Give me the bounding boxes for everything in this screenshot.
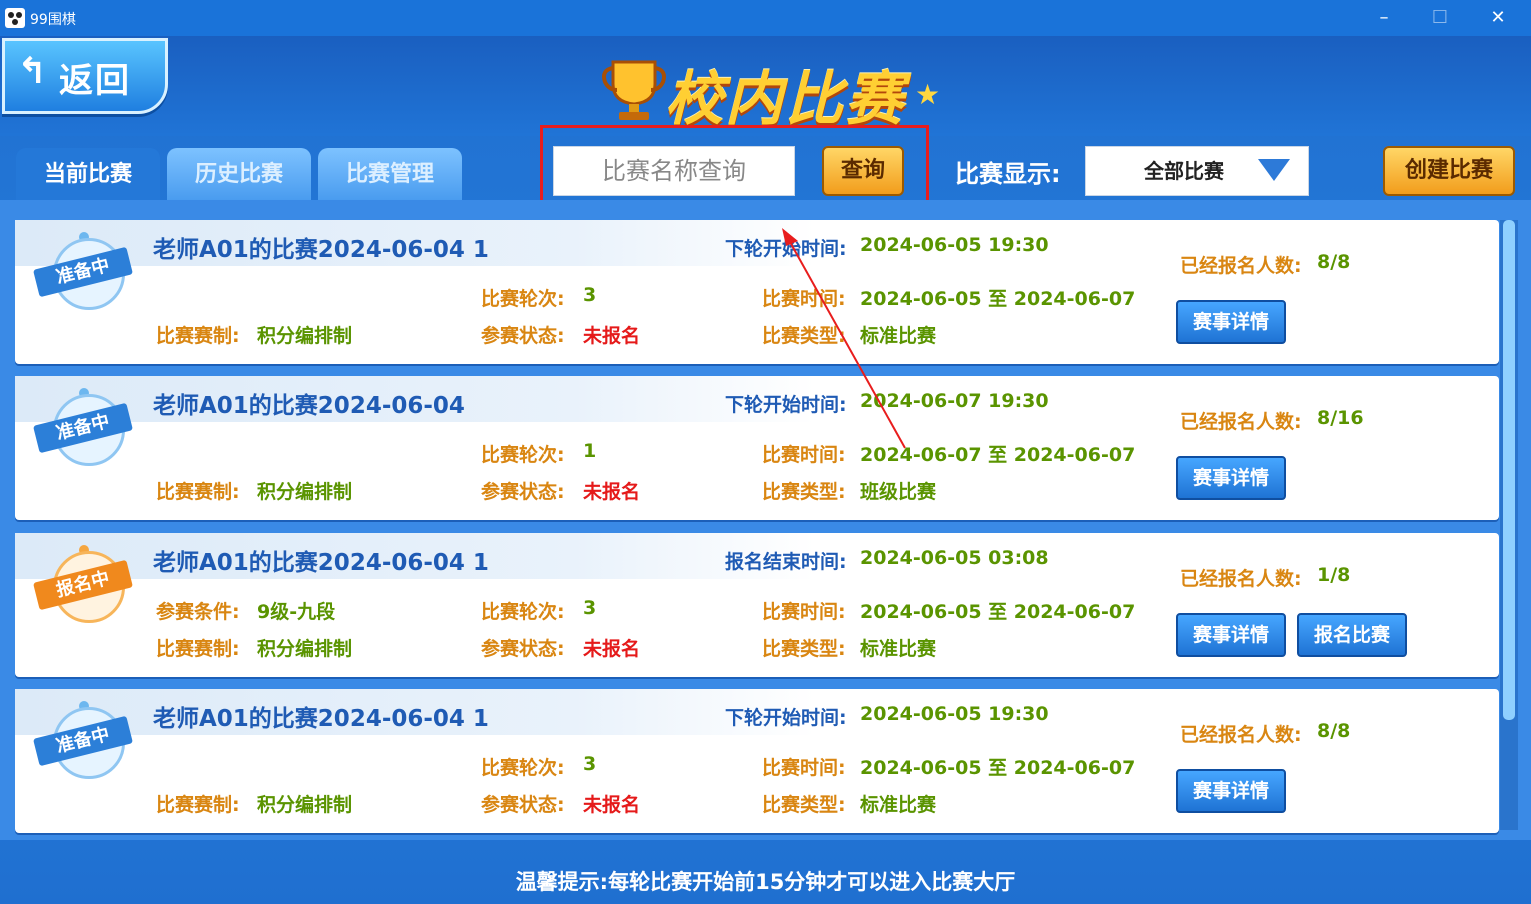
close-button[interactable]: ✕ xyxy=(1476,4,1520,32)
annotation-arrow xyxy=(782,228,906,449)
maximize-button[interactable]: ☐ xyxy=(1418,4,1462,32)
window-title: 99围棋 xyxy=(30,12,76,28)
tip-text: 温馨提示:每轮比赛开始前15分钟才可以进入比赛大厅 xyxy=(515,870,1016,894)
app-icon xyxy=(5,8,25,28)
minimize-button[interactable]: – xyxy=(1362,4,1406,32)
window-titlebar: 99围棋 – ☐ ✕ xyxy=(0,0,1531,36)
app-stage: ↰ 返回 校内比赛 ★ 当前比赛 历史比赛 比赛管理 比赛名称查询 查询 比赛显… xyxy=(0,36,1531,904)
